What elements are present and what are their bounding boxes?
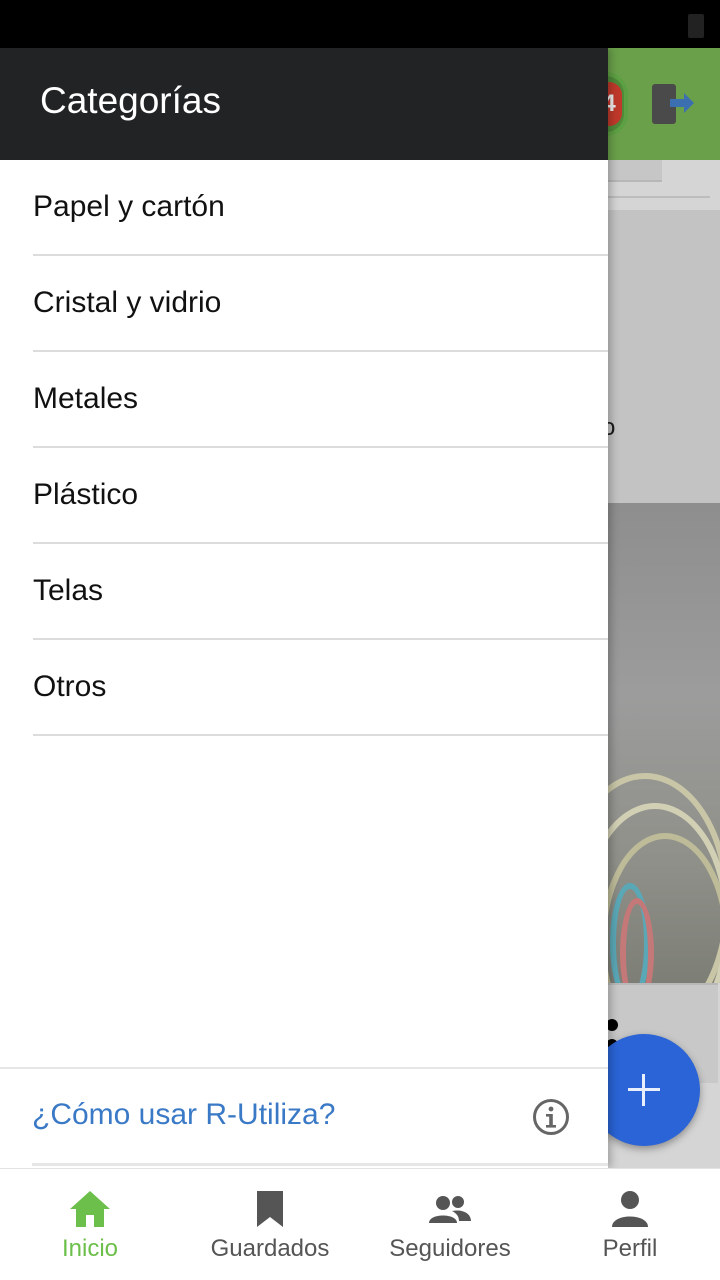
category-label: Metales xyxy=(33,382,139,415)
category-item-papel[interactable]: Papel y cartón xyxy=(0,160,608,256)
category-item-otros[interactable]: Otros xyxy=(0,640,608,736)
background-post-image xyxy=(600,503,720,983)
category-label: Telas xyxy=(33,574,104,607)
category-label: Cristal y vidrio xyxy=(33,286,222,319)
drawer-header: Categorías xyxy=(0,48,608,160)
people-icon xyxy=(429,1196,471,1223)
category-item-telas[interactable]: Telas xyxy=(0,544,608,640)
info-circle-icon[interactable] xyxy=(532,1098,570,1136)
nav-label: Perfil xyxy=(602,1235,658,1262)
category-list: Papel y cartón Cristal y vidrio Metales … xyxy=(0,160,608,736)
category-item-cristal[interactable]: Cristal y vidrio xyxy=(0,256,608,352)
category-label: Otros xyxy=(33,670,107,703)
nav-item-seguidores[interactable]: Seguidores xyxy=(360,1169,540,1280)
drawer-title: Categorías xyxy=(40,80,221,121)
background-post-panel xyxy=(600,210,720,504)
category-label: Plástico xyxy=(33,478,139,511)
category-item-metales[interactable]: Metales xyxy=(0,352,608,448)
category-label: Papel y cartón xyxy=(33,190,225,223)
divider xyxy=(33,734,608,736)
divider xyxy=(32,1163,608,1166)
logout-icon[interactable] xyxy=(650,82,696,126)
nav-item-inicio[interactable]: Inicio xyxy=(0,1169,180,1280)
help-link[interactable]: ¿Cómo usar R-Utiliza? xyxy=(0,1069,608,1165)
nav-label: Seguidores xyxy=(389,1235,511,1262)
plus-icon xyxy=(628,1074,660,1106)
bookmark-icon xyxy=(257,1191,283,1227)
category-item-plastico[interactable]: Plástico xyxy=(0,448,608,544)
background-divider xyxy=(600,196,710,198)
help-link-label: ¿Cómo usar R-Utiliza? xyxy=(32,1098,336,1131)
home-icon xyxy=(70,1191,110,1227)
nav-label: Guardados xyxy=(210,1235,330,1262)
nav-item-perfil[interactable]: Perfil xyxy=(540,1169,720,1280)
background-card-edge xyxy=(600,160,662,182)
status-bar xyxy=(0,0,720,48)
nav-label: Inicio xyxy=(61,1235,119,1262)
battery-icon xyxy=(688,14,704,38)
nav-item-guardados[interactable]: Guardados xyxy=(180,1169,360,1280)
bottom-navigation: Inicio Guardados Seguidores Perfil xyxy=(0,1168,720,1280)
person-icon xyxy=(612,1191,648,1227)
categories-drawer: Categorías Papel y cartón Cristal y vidr… xyxy=(0,48,608,1168)
